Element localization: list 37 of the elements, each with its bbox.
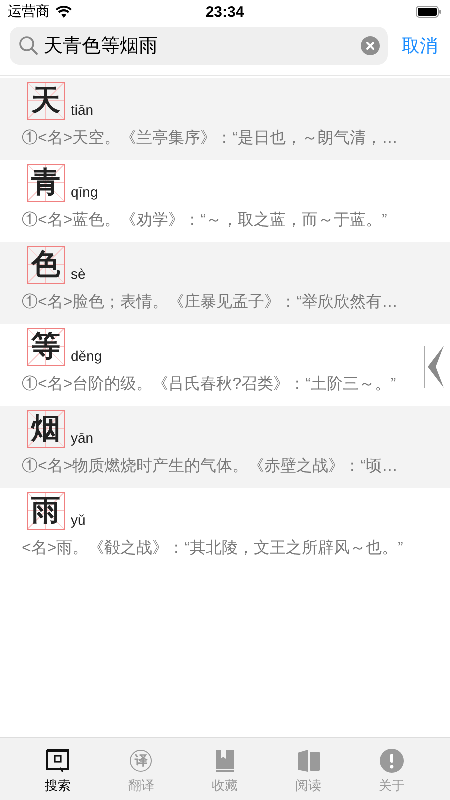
clear-icon[interactable]	[361, 36, 380, 56]
character: 等	[27, 328, 65, 366]
search-field[interactable]: 天青色等烟雨	[10, 27, 388, 65]
pinyin: sè	[71, 266, 86, 282]
clock-time: 23:34	[206, 4, 244, 20]
battery-icon	[416, 6, 442, 18]
definition: ①<名>物质燃烧时产生的气体。《赤壁之战》：“顷…	[22, 456, 400, 477]
tab[interactable]: 译 翻译	[100, 738, 184, 800]
tab[interactable]: 阅读	[266, 738, 350, 800]
wifi-icon	[56, 6, 72, 18]
character: 色	[27, 246, 65, 284]
search-icon	[19, 36, 39, 56]
definition: ①<名>天空。《兰亭集序》：“是日也，～朗气清，…	[22, 128, 400, 149]
character: 青	[27, 164, 65, 202]
definition: ①<名>台阶的级。《吕氏春秋?召类》：“土阶三～。”	[22, 374, 398, 395]
pinyin: qīng	[71, 184, 98, 200]
tab[interactable]: 收藏	[183, 738, 267, 800]
open-book-icon	[296, 749, 321, 773]
pinyin: tiān	[71, 102, 94, 118]
pinyin: yān	[71, 430, 94, 446]
character: 雨	[27, 492, 65, 530]
cancel-button[interactable]: 取消	[398, 34, 442, 58]
book-icon	[214, 749, 236, 773]
collapse-handle-icon[interactable]	[424, 346, 444, 388]
tab[interactable]: 搜索	[16, 738, 100, 800]
definition: <名>雨。《殽之战》：“其北陵，文王之所辟风～也。”	[22, 538, 404, 559]
character: 烟	[27, 410, 65, 448]
definition: ①<名>脸色；表情。《庄暴见孟子》：“举欣欣然有…	[22, 292, 400, 313]
carrier-name: 运营商	[8, 3, 50, 21]
definition: ①<名>蓝色。《劝学》：“～，取之蓝，而～于蓝。”	[22, 210, 388, 231]
tab[interactable]: 关于	[350, 738, 434, 800]
pinyin: yǔ	[71, 512, 86, 528]
translate-icon: 译	[130, 750, 152, 772]
dictionary-icon	[46, 749, 70, 773]
info-icon	[380, 749, 404, 773]
pinyin: děng	[71, 348, 102, 364]
character: 天	[27, 82, 65, 120]
